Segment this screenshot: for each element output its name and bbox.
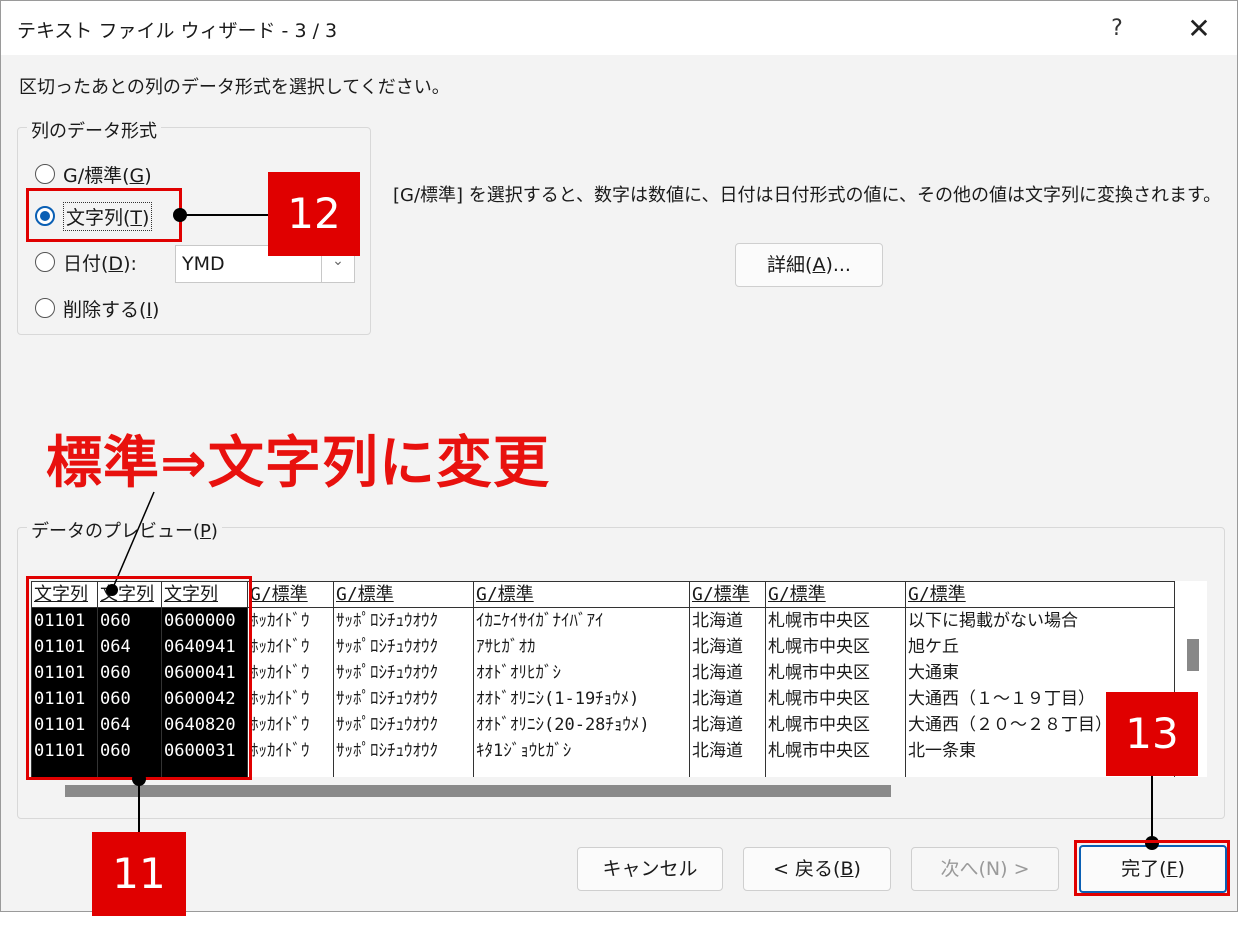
preview-cell: 旭ケ丘 [908,637,959,657]
radio-skip-circle[interactable] [35,298,55,318]
annotation-line-12 [180,214,268,216]
radio-date[interactable]: 日付(D): [35,247,137,277]
preview-cell: ｵｵﾄﾞｵﾘﾆｼ(20-28ﾁｮｳﾒ) [476,715,650,735]
column-separator [333,581,334,777]
preview-cell: 北海道 [692,663,743,683]
cancel-button[interactable]: キャンセル [577,847,723,891]
annotation-box-text-radio [26,188,182,242]
preview-column-7[interactable]: G/標準 北海道 北海道 北海道 北海道 北海道 北海道 [689,581,765,777]
radio-general-label: G/標準(G) [63,164,152,187]
back-button[interactable]: < 戻る(B) [743,847,891,891]
preview-column-5[interactable]: G/標準 ｻｯﾎﾟﾛｼﾁｭｳｵｳｸ ｻｯﾎﾟﾛｼﾁｭｳｵｳｸ ｻｯﾎﾟﾛｼﾁｭｳｵｳｸ… [333,581,473,777]
preview-column-cells: ｲｶﾆｹｲｻｲｶﾞﾅｲﾊﾞｱｲ ｱｻﾋｶﾞｵｶ ｵｵﾄﾞｵﾘﾋｶﾞｼ ｵｵﾄﾞｵﾘﾆｼ… [473,608,689,777]
preview-column-8[interactable]: G/標準 札幌市中央区 札幌市中央区 札幌市中央区 札幌市中央区 札幌市中央区 札幌市中央区 [765,581,905,777]
preview-cell: 札幌市中央区 [768,689,870,709]
column-separator [765,581,766,777]
preview-cell: ﾎｯｶｲﾄﾞｳ [250,741,310,761]
annotation-number-12: 12 [268,172,360,256]
preview-cell: 札幌市中央区 [768,715,870,735]
preview-cell: 北海道 [692,611,743,631]
preview-cell: ｱｻﾋｶﾞｵｶ [476,637,536,657]
vertical-scrollbar-thumb[interactable] [1187,639,1199,671]
radio-skip[interactable]: 削除する(I) [35,293,159,323]
preview-cell: 北海道 [692,741,743,761]
preview-column-header[interactable]: G/標準 [247,581,333,608]
preview-cell: ｻｯﾎﾟﾛｼﾁｭｳｵｳｸ [336,689,438,709]
advanced-button[interactable]: 詳細(A)... [735,243,883,287]
annotation-line-11 [138,779,140,833]
preview-cell: ﾎｯｶｲﾄﾞｳ [250,715,310,735]
preview-cell: ｻｯﾎﾟﾛｼﾁｭｳｵｳｸ [336,741,438,761]
radio-date-label: 日付(D): [63,252,137,275]
preview-cell: ﾎｯｶｲﾄﾞｳ [250,689,310,709]
annotation-number-13: 13 [1106,692,1198,776]
preview-column-6[interactable]: G/標準 ｲｶﾆｹｲｻｲｶﾞﾅｲﾊﾞｱｲ ｱｻﾋｶﾞｵｶ ｵｵﾄﾞｵﾘﾋｶﾞｼ ｵｵﾄﾞ… [473,581,689,777]
preview-cell: 以下に掲載がない場合 [908,611,1078,631]
preview-column-4[interactable]: G/標準 ﾎｯｶｲﾄﾞｳ ﾎｯｶｲﾄﾞｳ ﾎｯｶｲﾄﾞｳ ﾎｯｶｲﾄﾞｳ ﾎｯｶｲﾄﾞｳﾎ… [247,581,333,777]
instruction-text: 区切ったあとの列のデータ形式を選択してください。 [19,77,450,98]
preview-column-header[interactable]: G/標準 [689,581,765,608]
preview-column-header[interactable]: G/標準 [473,581,689,608]
column-format-group-label: 列のデータ形式 [27,117,161,143]
preview-cell: 札幌市中央区 [768,663,870,683]
column-separator [689,581,690,777]
preview-column-cells: 北海道 北海道 北海道 北海道 北海道 北海道 [689,608,765,777]
date-format-value: YMD [182,253,225,275]
title-bar: テキスト ファイル ウィザード - 3 / 3 ? ✕ [1,1,1237,55]
preview-column-header[interactable]: G/標準 [765,581,905,608]
dialog-title: テキスト ファイル ウィザード - 3 / 3 [17,20,338,42]
preview-column-header[interactable]: G/標準 [905,581,1175,608]
radio-general[interactable]: G/標準(G) [35,159,152,189]
annotation-box-finish-button [1074,840,1230,896]
radio-date-circle[interactable] [35,252,55,272]
preview-cell: ｻｯﾎﾟﾛｼﾁｭｳｵｳｸ [336,663,438,683]
radio-skip-label: 削除する(I) [63,298,160,321]
preview-cell: 北海道 [692,715,743,735]
preview-cell: 札幌市中央区 [768,741,870,761]
preview-cell: ｻｯﾎﾟﾛｼﾁｭｳｵｳｸ [336,637,438,657]
preview-cell: 北海道 [692,689,743,709]
help-icon[interactable]: ? [1097,9,1137,49]
preview-column-cells: 札幌市中央区 札幌市中央区 札幌市中央区 札幌市中央区 札幌市中央区 札幌市中央区 [765,608,905,777]
preview-cell: 札幌市中央区 [768,611,870,631]
preview-cell: ｷﾀ1ｼﾞｮｳﾋｶﾞｼ [476,741,572,761]
preview-cell: ｻｯﾎﾟﾛｼﾁｭｳｵｳｸ [336,715,438,735]
preview-cell: ｻｯﾎﾟﾛｼﾁｭｳｵｳｸ [336,611,438,631]
annotation-box-preview-columns [26,576,252,780]
preview-cell: ﾎｯｶｲﾄﾞｳ [250,637,310,657]
preview-cell: ﾎｯｶｲﾄﾞｳ [250,611,310,631]
preview-column-header[interactable]: G/標準 [333,581,473,608]
preview-column-cells: ﾎｯｶｲﾄﾞｳ ﾎｯｶｲﾄﾞｳ ﾎｯｶｲﾄﾞｳ ﾎｯｶｲﾄﾞｳ ﾎｯｶｲﾄﾞｳ ﾎｯｶｲﾄ… [247,608,333,777]
preview-cell: 大通東 [908,663,959,683]
preview-cell: 北海道 [692,637,743,657]
preview-cell: 札幌市中央区 [768,637,870,657]
column-separator [905,581,906,777]
annotation-line-13 [1151,776,1153,842]
preview-column-cells: ｻｯﾎﾟﾛｼﾁｭｳｵｳｸ ｻｯﾎﾟﾛｼﾁｭｳｵｳｸ ｻｯﾎﾟﾛｼﾁｭｳｵｳｸ ｻｯﾎﾟ… [333,608,473,777]
preview-cell: ｵｵﾄﾞｵﾘﾆｼ(1-19ﾁｮｳﾒ) [476,689,640,709]
annotation-number-11: 11 [92,832,186,916]
preview-cell: ｲｶﾆｹｲｻｲｶﾞﾅｲﾊﾞｱｲ [476,611,604,631]
preview-cell: ｵｵﾄﾞｵﾘﾋｶﾞｼ [476,663,561,683]
close-icon[interactable]: ✕ [1177,9,1221,49]
radio-general-circle[interactable] [35,164,55,184]
horizontal-scrollbar-thumb[interactable] [65,785,891,797]
annotation-main-text: 標準⇒文字列に変更 [46,431,550,496]
column-separator [473,581,474,777]
preview-cell: ﾎｯｶｲﾄﾞｳ [250,663,310,683]
format-description: [G/標準] を選択すると、数字は数値に、日付は日付形式の値に、その他の値は文字… [393,185,1222,206]
next-button[interactable]: 次へ(N) > [911,847,1059,891]
